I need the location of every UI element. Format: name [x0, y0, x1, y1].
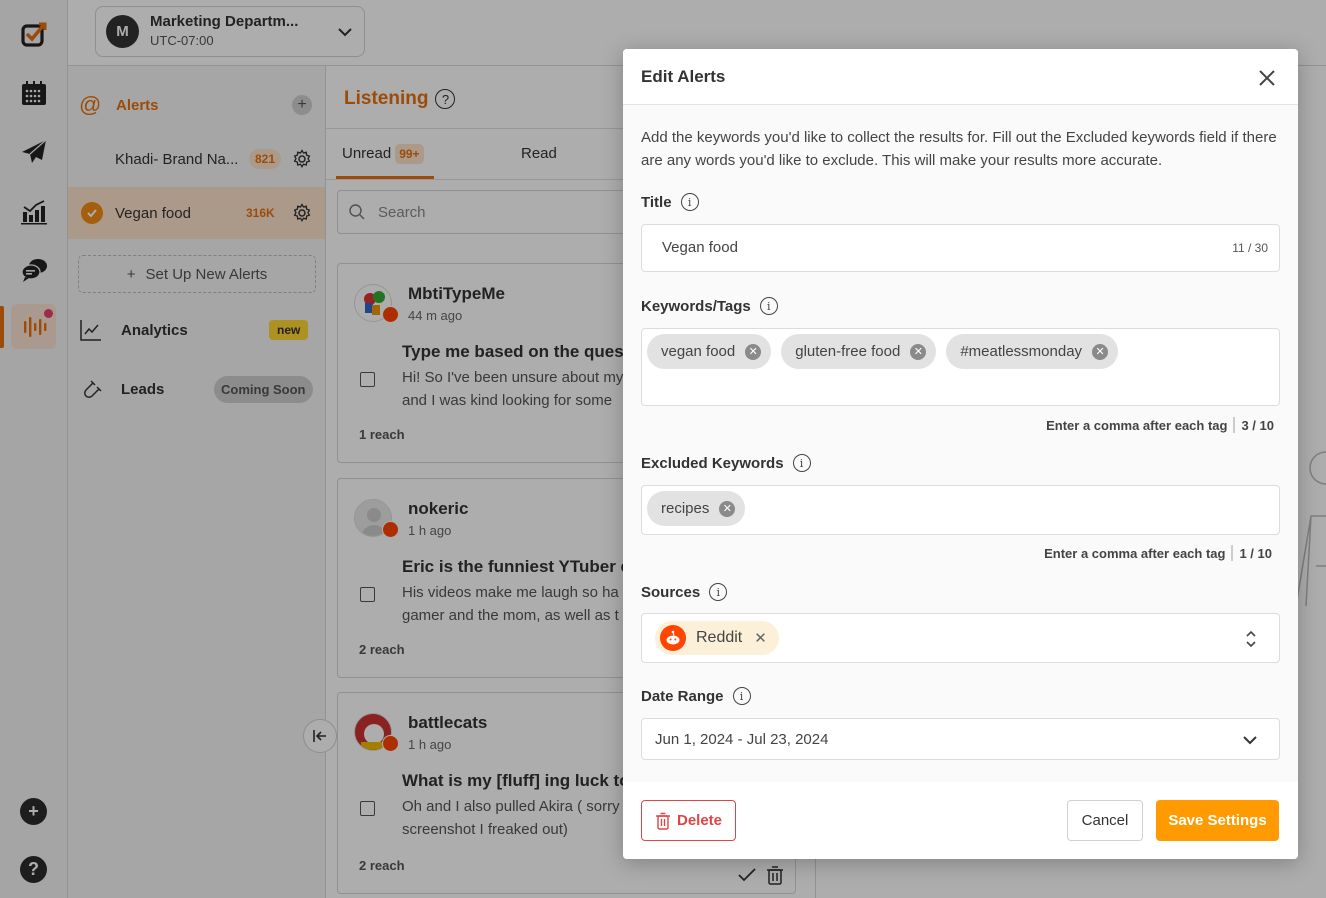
chip-label: #meatlessmonday — [960, 343, 1083, 360]
delete-label: Delete — [676, 812, 723, 829]
info-icon[interactable]: i — [680, 193, 699, 211]
keywords-hint: Enter a comma after each tag 3 / 10 — [1046, 417, 1274, 433]
cancel-button[interactable]: Cancel — [1067, 800, 1143, 841]
sources-label: Sources i — [641, 583, 728, 601]
title-field[interactable]: 11 / 30 — [641, 224, 1280, 272]
remove-chip-icon[interactable]: ✕ — [745, 343, 762, 360]
reddit-icon — [660, 625, 686, 651]
title-label-text: Title — [641, 193, 672, 211]
info-icon[interactable]: i — [792, 454, 811, 472]
divider — [1231, 545, 1234, 561]
source-chip-reddit: Reddit ✕ — [655, 621, 779, 655]
excluded-count: 1 / 10 — [1239, 545, 1272, 561]
modal-description: Add the keywords you'd like to collect t… — [641, 129, 1277, 169]
chip-label: gluten-free food — [795, 343, 901, 360]
date-range-select[interactable]: Jun 1, 2024 - Jul 23, 2024 — [641, 718, 1280, 760]
chip-label: vegan food — [661, 343, 736, 360]
edit-alerts-modal: Edit Alerts Add the keywords you'd like … — [623, 49, 1298, 859]
remove-chip-icon[interactable]: ✕ — [719, 500, 736, 517]
keywords-field[interactable]: vegan food ✕ gluten-free food ✕ #meatlessm… — [641, 328, 1280, 406]
date-range-label-text: Date Range — [641, 687, 724, 705]
sources-label-text: Sources — [641, 583, 701, 601]
keywords-label: Keywords/Tags i — [641, 297, 778, 315]
save-settings-button[interactable]: Save Settings — [1156, 800, 1279, 841]
excluded-hint: Enter a comma after each tag 1 / 10 — [1044, 545, 1272, 561]
delete-button[interactable]: Delete — [641, 800, 736, 841]
keyword-chip: vegan food ✕ — [647, 334, 772, 369]
remove-chip-icon[interactable]: ✕ — [1092, 343, 1109, 360]
keywords-count: 3 / 10 — [1241, 417, 1274, 433]
hint-text: Enter a comma after each tag — [1046, 417, 1228, 433]
title-char-counter: 11 / 30 — [1232, 241, 1268, 255]
keyword-chips: vegan food ✕ gluten-free food ✕ #meatlessm… — [647, 334, 1119, 369]
excluded-label: Excluded Keywords i — [641, 454, 811, 472]
trash-icon — [655, 812, 670, 830]
select-updown-icon — [1246, 630, 1256, 648]
keyword-chip: gluten-free food ✕ — [781, 334, 937, 369]
hint-text: Enter a comma after each tag — [1044, 545, 1226, 561]
remove-chip-icon[interactable]: ✕ — [910, 343, 927, 360]
info-icon[interactable]: i — [732, 687, 751, 705]
chip-label: recipes — [661, 500, 710, 517]
excluded-field[interactable]: recipes ✕ — [641, 485, 1280, 535]
title-label: Title i — [641, 193, 699, 211]
keywords-label-text: Keywords/Tags — [641, 297, 751, 315]
chevron-down-icon — [1243, 736, 1257, 745]
modal-title: Edit Alerts — [641, 67, 726, 86]
modal-header: Edit Alerts — [623, 49, 1298, 105]
title-input[interactable] — [662, 239, 1182, 256]
sources-select[interactable]: Reddit ✕ — [641, 613, 1280, 663]
excluded-chips: recipes ✕ — [647, 491, 746, 526]
info-icon[interactable]: i — [759, 297, 778, 315]
divider — [1233, 417, 1236, 433]
source-label: Reddit — [696, 629, 743, 646]
date-range-value: Jun 1, 2024 - Jul 23, 2024 — [655, 731, 829, 748]
excluded-label-text: Excluded Keywords — [641, 454, 784, 472]
date-range-label: Date Range i — [641, 687, 751, 705]
keyword-chip: #meatlessmonday ✕ — [946, 334, 1119, 369]
excluded-chip: recipes ✕ — [647, 491, 746, 526]
close-icon[interactable] — [1256, 67, 1278, 89]
remove-source-icon[interactable]: ✕ — [754, 629, 767, 647]
info-icon[interactable]: i — [709, 583, 728, 601]
modal-footer: Delete Cancel Save Settings — [623, 782, 1298, 859]
